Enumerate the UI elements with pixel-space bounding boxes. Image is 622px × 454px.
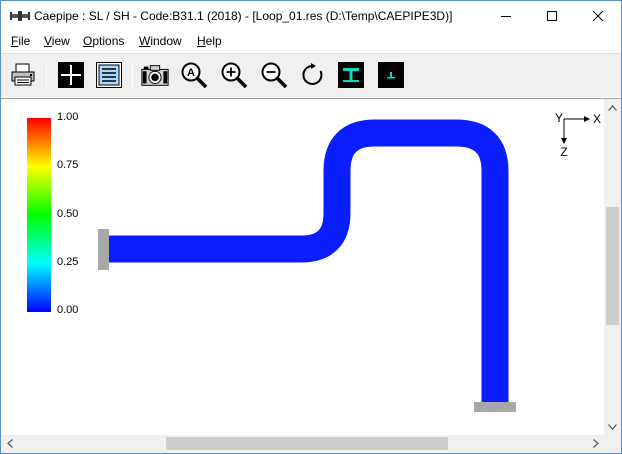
report-button[interactable]: [94, 60, 124, 90]
horizontal-scrollbar[interactable]: [1, 435, 604, 452]
vertical-scrollbar[interactable]: [604, 99, 621, 435]
title-bar[interactable]: Caepipe : SL / SH - Code:B31.1 (2018) - …: [1, 1, 621, 31]
menu-help-hotkey: H: [197, 34, 206, 48]
section-t-button[interactable]: [336, 60, 366, 90]
zoom-in-icon: [221, 62, 248, 89]
scroll-left-button[interactable]: [1, 435, 18, 452]
rotate-button[interactable]: [298, 60, 328, 90]
menu-file-label: ile: [18, 34, 31, 48]
zoom-all-icon: A: [181, 62, 208, 89]
close-button[interactable]: [575, 1, 621, 31]
scroll-right-button[interactable]: [587, 435, 604, 452]
report-icon: [96, 62, 122, 88]
rotate-icon: [302, 63, 323, 85]
crosshair-button[interactable]: [56, 60, 86, 90]
anchor-left: [98, 229, 109, 270]
app-window: Caepipe : SL / SH - Code:B31.1 (2018) - …: [0, 0, 622, 454]
minimize-icon: [501, 16, 511, 17]
scroll-up-button[interactable]: [604, 99, 621, 116]
menu-options-label: ptions: [92, 34, 125, 48]
zoom-out-button[interactable]: [259, 60, 289, 90]
toolbar-separator: [46, 62, 47, 90]
model-viewport: 1.00 0.75 0.50 0.25 0.00 Y X Z: [1, 98, 621, 453]
menu-window-hotkey: W: [139, 34, 151, 48]
chevron-down-icon: [608, 423, 617, 430]
pipe-model: Y X Z: [98, 111, 601, 412]
section-t-icon: [338, 62, 364, 88]
toolbar: A: [1, 53, 621, 97]
menu-view-hotkey: V: [44, 34, 52, 48]
menu-options-hotkey: O: [83, 34, 93, 48]
print-button[interactable]: [8, 60, 38, 90]
axis-label-x: X: [593, 112, 601, 126]
section-small-button[interactable]: [376, 60, 406, 90]
anchor-bottom: [474, 402, 516, 412]
scrollbar-corner: [604, 435, 621, 452]
zoom-all-button[interactable]: A: [179, 60, 209, 90]
chevron-left-icon: [6, 439, 13, 448]
toolbar-separator: [132, 62, 133, 90]
maximize-icon: [547, 11, 557, 21]
section-small-icon: [378, 62, 404, 88]
chevron-right-icon: [592, 439, 599, 448]
svg-text:A: A: [187, 67, 195, 79]
menu-view-label: iew: [51, 34, 70, 48]
menu-options[interactable]: Options: [83, 34, 124, 48]
graphics-canvas[interactable]: 1.00 0.75 0.50 0.25 0.00 Y X Z: [1, 99, 604, 435]
zoom-out-icon: [261, 62, 288, 89]
camera-button[interactable]: [140, 60, 170, 90]
camera-icon: [141, 65, 169, 86]
window-title: Caepipe : SL / SH - Code:B31.1 (2018) - …: [34, 9, 453, 23]
vertical-scroll-thumb[interactable]: [606, 207, 619, 325]
printer-icon: [11, 63, 35, 86]
axis-label-z: Z: [560, 145, 567, 159]
axis-label-y: Y: [555, 111, 563, 125]
menu-window-label: indow: [150, 34, 182, 48]
scroll-down-button[interactable]: [604, 418, 621, 435]
app-icon: [10, 11, 30, 21]
minimize-button[interactable]: [483, 1, 529, 31]
menu-window[interactable]: Window: [139, 34, 182, 48]
menu-bar: File View Options Window Help: [1, 31, 621, 51]
horizontal-scroll-thumb[interactable]: [166, 437, 448, 450]
close-icon: [592, 10, 604, 22]
menu-view[interactable]: View: [44, 34, 70, 48]
maximize-button[interactable]: [529, 1, 575, 31]
zoom-in-button[interactable]: [219, 60, 249, 90]
menu-help-label: elp: [205, 34, 222, 48]
axis-triad: [561, 116, 590, 144]
menu-file[interactable]: File: [11, 34, 30, 48]
menu-help[interactable]: Help: [197, 34, 222, 48]
chevron-up-icon: [608, 104, 617, 111]
pipe-run: [109, 119, 509, 405]
crosshair-icon: [58, 62, 84, 88]
